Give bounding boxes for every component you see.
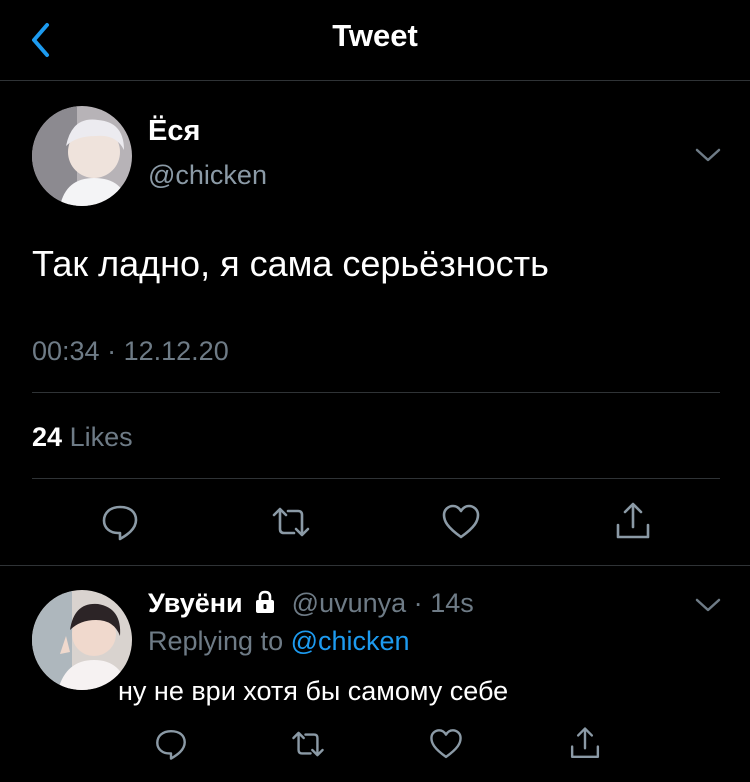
share-icon[interactable]	[567, 726, 603, 762]
tweet-timestamp: 00:34 · 12.12.20	[32, 336, 229, 367]
retweet-icon[interactable]	[270, 501, 312, 543]
reply-text: ну не ври хотя бы самому себе	[118, 676, 509, 706]
meta-separator: ·	[107, 336, 117, 366]
author-handle[interactable]: @chicken	[148, 160, 267, 191]
share-icon[interactable]	[612, 501, 654, 543]
replying-to: Replying to @chicken	[148, 626, 410, 657]
tweet-date: 12.12.20	[123, 336, 229, 366]
tweet-text: Так ладно, я сама серьёзность	[32, 243, 549, 284]
chevron-down-icon[interactable]	[694, 594, 722, 616]
heart-icon[interactable]	[440, 501, 482, 543]
tweet-time: 00:34	[32, 336, 100, 366]
likes-number: 24	[32, 422, 63, 452]
comment-icon[interactable]	[99, 501, 141, 543]
divider	[32, 478, 720, 479]
reply-author-name[interactable]: Увуёни	[148, 588, 243, 618]
comment-icon[interactable]	[153, 726, 189, 762]
replying-to-mention[interactable]: @chicken	[291, 626, 410, 656]
reply-header: Увуёни @uvunya · 14s	[148, 588, 474, 619]
retweet-icon[interactable]	[290, 726, 326, 762]
reply-author-handle[interactable]: @uvunya	[292, 588, 406, 618]
divider	[0, 565, 750, 566]
lock-icon	[256, 590, 275, 613]
chevron-down-icon[interactable]	[694, 144, 722, 166]
page-title: Tweet	[332, 18, 418, 53]
likes-label: Likes	[69, 422, 133, 452]
avatar[interactable]	[32, 106, 132, 206]
avatar[interactable]	[32, 590, 132, 690]
author-name[interactable]: Ёся	[148, 115, 200, 148]
reply-age: 14s	[430, 588, 474, 618]
reply-separator: ·	[413, 588, 423, 618]
heart-icon[interactable]	[428, 726, 464, 762]
divider	[32, 392, 720, 393]
likes-count[interactable]: 24 Likes	[32, 422, 133, 453]
replying-to-label: Replying to	[148, 626, 284, 656]
